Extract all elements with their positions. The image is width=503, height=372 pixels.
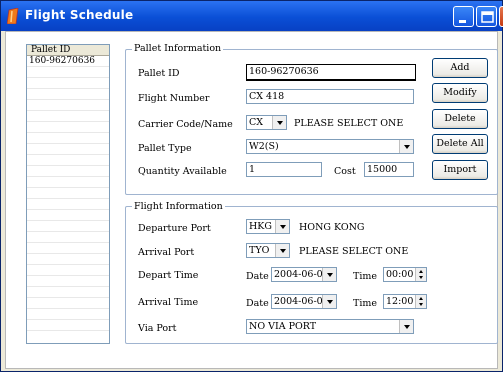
- chevron-down-icon[interactable]: [275, 220, 289, 233]
- list-item-empty: [27, 89, 109, 100]
- list-item-empty: [27, 78, 109, 89]
- list-item-empty: [27, 100, 109, 111]
- arrival-port-name: PLEASE SELECT ONE: [299, 246, 409, 257]
- via-port-select[interactable]: NO VIA PORT: [246, 319, 414, 334]
- arrival-time-spinner[interactable]: 12:00: [383, 294, 427, 309]
- departure-port-code: HKG: [249, 221, 272, 232]
- cost-label: Cost: [334, 166, 356, 177]
- arrival-time-value: 12:00: [386, 296, 414, 307]
- list-item-empty: [27, 243, 109, 254]
- flight-schedule-window: Flight Schedule Pallet ID 160-96270636 P…: [0, 0, 503, 372]
- list-item-empty: [27, 199, 109, 210]
- list-item-empty: [27, 111, 109, 122]
- list-item-empty: [27, 320, 109, 331]
- list-item-empty: [27, 298, 109, 309]
- list-item-empty: [27, 133, 109, 144]
- list-item-empty: [27, 144, 109, 155]
- quantity-field[interactable]: 1: [246, 162, 322, 177]
- quantity-label: Quantity Available: [138, 166, 227, 177]
- arrival-date-picker[interactable]: 2004-06-01: [271, 294, 337, 309]
- list-item-empty: [27, 309, 109, 320]
- window-title: Flight Schedule: [25, 8, 134, 22]
- list-item-empty: [27, 232, 109, 243]
- depart-time-spinner[interactable]: 00:00: [383, 267, 427, 282]
- spinner-arrows-icon[interactable]: [415, 295, 426, 308]
- app-icon: [7, 8, 19, 24]
- via-port-label: Via Port: [138, 323, 177, 334]
- close-button[interactable]: [499, 6, 503, 27]
- depart-date-picker[interactable]: 2004-06-01: [271, 267, 337, 282]
- pallet-id-field[interactable]: 160-96270636: [246, 64, 416, 81]
- depart-time-sub-label: Time: [353, 271, 378, 282]
- flight-number-field[interactable]: CX 418: [246, 89, 414, 104]
- list-item-empty: [27, 276, 109, 287]
- departure-port-select[interactable]: HKG: [246, 219, 290, 234]
- flight-information-label: Flight Information: [132, 201, 225, 212]
- list-header[interactable]: Pallet ID: [27, 45, 109, 56]
- maximize-icon: [481, 11, 494, 23]
- list-item-empty: [27, 287, 109, 298]
- pallet-information-label: Pallet Information: [132, 43, 224, 54]
- pallet-type-label: Pallet Type: [138, 143, 192, 154]
- carrier-code-select[interactable]: CX: [246, 115, 287, 130]
- list-item-empty: [27, 166, 109, 177]
- departure-port-name: HONG KONG: [299, 222, 365, 233]
- carrier-code-value: CX: [249, 117, 264, 128]
- arrival-date-label: Date: [246, 298, 269, 309]
- carrier-name-text: PLEASE SELECT ONE: [294, 118, 404, 129]
- pallet-type-select[interactable]: W2(S): [246, 139, 414, 154]
- arrival-time-label: Arrival Time: [138, 297, 199, 308]
- arrival-date-value: 2004-06-01: [274, 296, 329, 307]
- list-item-empty: [27, 177, 109, 188]
- list-item-empty: [27, 188, 109, 199]
- add-button[interactable]: Add: [432, 58, 488, 78]
- list-item-empty: [27, 254, 109, 265]
- carrier-label: Carrier Code/Name: [138, 119, 233, 130]
- arrival-time-sub-label: Time: [353, 298, 378, 309]
- import-button[interactable]: Import: [432, 160, 488, 180]
- via-port-value: NO VIA PORT: [249, 321, 317, 332]
- arrival-port-code: TYO: [249, 245, 270, 256]
- modify-button[interactable]: Modify: [432, 83, 488, 103]
- arrival-port-select[interactable]: TYO: [246, 243, 290, 258]
- pallet-type-value: W2(S): [249, 141, 279, 152]
- title-bar[interactable]: Flight Schedule: [1, 1, 503, 31]
- list-item[interactable]: 160-96270636: [27, 56, 109, 67]
- pallet-id-list[interactable]: Pallet ID 160-96270636: [26, 44, 110, 344]
- chevron-down-icon[interactable]: [275, 244, 289, 257]
- depart-date-label: Date: [246, 271, 269, 282]
- depart-time-value: 00:00: [386, 269, 414, 280]
- delete-all-button[interactable]: Delete All: [432, 134, 488, 154]
- chevron-down-icon[interactable]: [272, 116, 286, 129]
- delete-button[interactable]: Delete: [432, 109, 488, 129]
- list-item-empty: [27, 221, 109, 232]
- arrival-port-label: Arrival Port: [138, 247, 195, 258]
- flight-number-label: Flight Number: [138, 93, 210, 104]
- minimize-button[interactable]: [453, 6, 474, 27]
- list-item-empty: [27, 265, 109, 276]
- calendar-dropdown-icon[interactable]: [322, 268, 336, 281]
- depart-date-value: 2004-06-01: [274, 269, 329, 280]
- list-item-empty: [27, 122, 109, 133]
- departure-port-label: Departure Port: [138, 223, 211, 234]
- maximize-button[interactable]: [476, 6, 497, 27]
- calendar-dropdown-icon[interactable]: [322, 295, 336, 308]
- chevron-down-icon[interactable]: [399, 320, 413, 333]
- list-item-empty: [27, 210, 109, 221]
- spinner-arrows-icon[interactable]: [415, 268, 426, 281]
- cost-field[interactable]: 15000: [364, 162, 414, 177]
- list-item-empty: [27, 155, 109, 166]
- minimize-icon: [459, 20, 466, 23]
- chevron-down-icon[interactable]: [399, 140, 413, 153]
- depart-time-label: Depart Time: [138, 270, 199, 281]
- list-item-empty: [27, 67, 109, 78]
- pallet-id-label: Pallet ID: [138, 68, 180, 79]
